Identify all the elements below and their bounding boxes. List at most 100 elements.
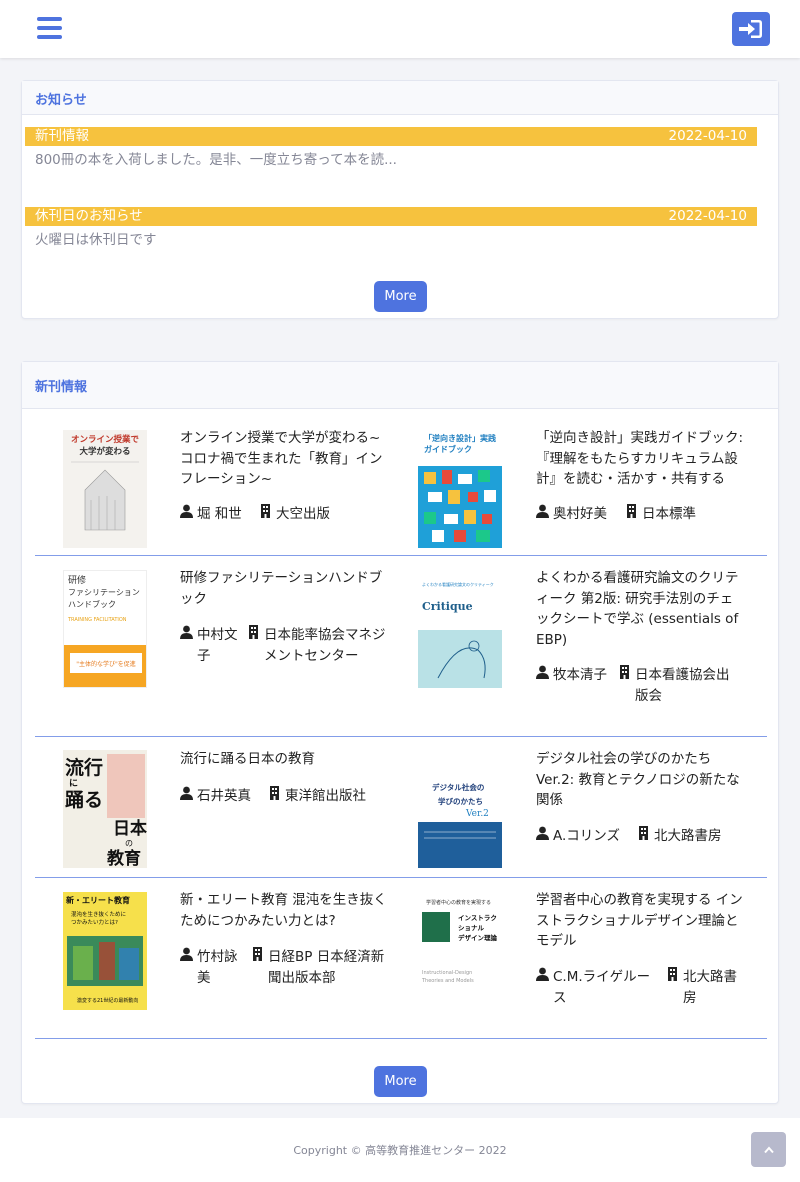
svg-text:混沌を生き抜くために: 混沌を生き抜くために (71, 910, 126, 918)
svg-text:ガイドブック: ガイドブック (424, 444, 472, 454)
book-publisher-name: 北大路書房 (654, 828, 722, 844)
building-icon (261, 504, 270, 518)
svg-text:流行: 流行 (65, 756, 103, 779)
book-cover[interactable]: デジタル社会の 学びのかたち Ver.2 (418, 750, 502, 868)
book-title[interactable]: 新・エリート教育 混沌を生き抜くためにつかみたい力とは? (180, 890, 390, 931)
notice-item-header[interactable]: 新刊情報 2022-04-10 (25, 127, 757, 146)
notice-category: 新刊情報 (35, 128, 89, 144)
svg-text:日本: 日本 (113, 818, 147, 839)
svg-text:Ver.2: Ver.2 (465, 809, 489, 819)
building-icon (253, 947, 262, 961)
book-title[interactable]: よくわかる看護研究論文のクリティーク 第2版: 研究手法別のチェックシートで学ぶ… (536, 568, 746, 650)
row-divider (35, 877, 767, 878)
svg-text:研修: 研修 (68, 574, 86, 586)
book-cover[interactable]: オンライン授業で 大学が変わる (63, 430, 147, 548)
notices-more-button[interactable]: More (374, 281, 427, 312)
book-publisher: 日本標準 (625, 504, 696, 525)
book-publisher-name: 大空出版 (276, 506, 330, 522)
top-navbar (0, 0, 800, 58)
book-title[interactable]: オンライン授業で大学が変わる~コロナ禍で生まれた「教育」インフレーション~ (180, 428, 390, 490)
svg-text:"主体的な学び"を促進: "主体的な学び"を促進 (76, 660, 136, 668)
user-icon (536, 665, 549, 679)
book-cover[interactable]: 「逆向き設計」実践 ガイドブック (418, 430, 502, 548)
notice-body: 火曜日は休刊日です (35, 232, 157, 248)
book-cover[interactable]: 研修 ファシリテーション ハンドブック TRAINING FACILITATIO… (63, 570, 147, 688)
user-icon (536, 504, 549, 518)
user-icon (180, 625, 193, 639)
user-icon (180, 504, 193, 518)
svg-text:新・エリート教育: 新・エリート教育 (66, 895, 130, 905)
svg-text:TRAINING FACILITATION: TRAINING FACILITATION (67, 617, 127, 623)
svg-text:デザイン理論: デザイン理論 (458, 933, 498, 942)
book-author-name: 堀 和世 (197, 506, 242, 522)
book-author-name: A.コリンズ (553, 828, 621, 844)
svg-text:Theories and Models: Theories and Models (421, 978, 474, 984)
book-cover[interactable]: よくわかる看護研究論文のクリティーク Critique (418, 570, 502, 688)
notices-title: お知らせ (22, 81, 778, 115)
svg-text:インストラク: インストラク (458, 913, 497, 922)
book-publisher: 日本能率協会マネジメントセンター (247, 625, 389, 666)
book-title[interactable]: 流行に踊る日本の教育 (180, 749, 390, 770)
svg-text:デジタル社会の: デジタル社会の (432, 782, 484, 792)
book-publisher-name: 日本能率協会マネジメントセンター (264, 627, 386, 664)
svg-text:学びのかたち: 学びのかたち (438, 796, 483, 806)
new-books-title: 新刊情報 (22, 362, 778, 409)
building-icon (270, 786, 279, 800)
user-icon (536, 826, 549, 840)
book-author: A.コリンズ (536, 826, 620, 847)
building-icon (620, 665, 629, 679)
book-publisher-name: 東洋館出版社 (285, 788, 366, 804)
svg-text:に: に (69, 778, 78, 789)
chevron-up-icon (763, 1145, 774, 1153)
book-publisher: 北大路書房 (637, 826, 722, 847)
book-publisher-name: 日経BP 日本経済新聞出版本部 (268, 949, 385, 986)
book-cover[interactable]: 流行 に 踊る 日本 の 教育 (63, 750, 147, 868)
row-divider (35, 555, 767, 556)
svg-text:激変する21世紀の最新動向: 激変する21世紀の最新動向 (77, 997, 138, 1004)
book-cover[interactable]: 新・エリート教育 混沌を生き抜くために つかみたい力とは? 激変する21世紀の最… (63, 892, 147, 1010)
svg-text:Instructional-Design: Instructional-Design (422, 970, 472, 976)
book-author-name: 石井英真 (197, 788, 251, 804)
book-publisher: 東洋館出版社 (268, 786, 366, 807)
building-icon (639, 826, 648, 840)
notice-item-header[interactable]: 休刊日のお知らせ 2022-04-10 (25, 207, 757, 226)
svg-text:ファシリテーション: ファシリテーション (68, 588, 140, 597)
book-title[interactable]: 研修ファシリテーションハンドブック (180, 568, 390, 609)
svg-text:踊る: 踊る (65, 789, 103, 811)
svg-text:の: の (125, 839, 133, 848)
user-icon (536, 967, 549, 981)
new-books-more-button[interactable]: More (374, 1066, 427, 1097)
svg-text:ショナル: ショナル (458, 924, 485, 932)
book-cover[interactable]: 学習者中心の教育を実現する インストラク ショナル デザイン理論 Instruc… (418, 892, 502, 1010)
notice-body: 800冊の本を入荷しました。是非、一度立ち寄って本を読... (35, 152, 397, 168)
footer: Copyright © 高等教育推進センター 2022 (0, 1118, 800, 1182)
login-button[interactable] (732, 12, 770, 46)
book-author: 奥村好美 (536, 504, 607, 525)
building-icon (668, 967, 677, 981)
svg-text:学習者中心の教育を実現する: 学習者中心の教育を実現する (426, 899, 491, 906)
row-divider (35, 1038, 767, 1039)
book-author: 堀 和世 (180, 504, 242, 525)
hamburger-icon[interactable] (37, 17, 62, 39)
svg-text:オンライン授業で: オンライン授業で (71, 434, 140, 445)
svg-text:よくわかる看護研究論文のクリティーク: よくわかる看護研究論文のクリティーク (422, 581, 494, 587)
svg-text:ハンドブック: ハンドブック (68, 599, 116, 609)
book-publisher-name: 日本看護協会出版会 (635, 667, 730, 704)
row-divider (35, 736, 767, 737)
book-title[interactable]: デジタル社会の学びのかたち Ver.2: 教育とテクノロジの新たな関係 (536, 749, 746, 811)
book-author: 竹村詠美 (180, 947, 242, 988)
svg-text:つかみたい力とは?: つかみたい力とは? (71, 918, 118, 926)
book-author: 中村文子 (180, 625, 240, 666)
building-icon (249, 625, 258, 639)
notices-card: お知らせ 新刊情報 2022-04-10 800冊の本を入荷しました。是非、一度… (21, 80, 779, 319)
scroll-to-top-button[interactable] (751, 1132, 786, 1167)
notice-category: 休刊日のお知らせ (35, 208, 143, 224)
book-author: 石井英真 (180, 786, 251, 807)
book-title[interactable]: 「逆向き設計」実践ガイドブック: 『理解をもたらすカリキュラム設計』を読む・活か… (536, 428, 746, 490)
book-publisher-name: 日本標準 (642, 506, 696, 522)
book-publisher: 日本看護協会出版会 (618, 665, 738, 706)
book-title[interactable]: 学習者中心の教育を実現する インストラクショナルデザイン理論とモデル (536, 890, 746, 952)
book-author: 牧本清子 (536, 665, 608, 686)
cover-title: Critique (422, 600, 473, 613)
book-author-name: C.M.ライゲルース (553, 969, 651, 1006)
